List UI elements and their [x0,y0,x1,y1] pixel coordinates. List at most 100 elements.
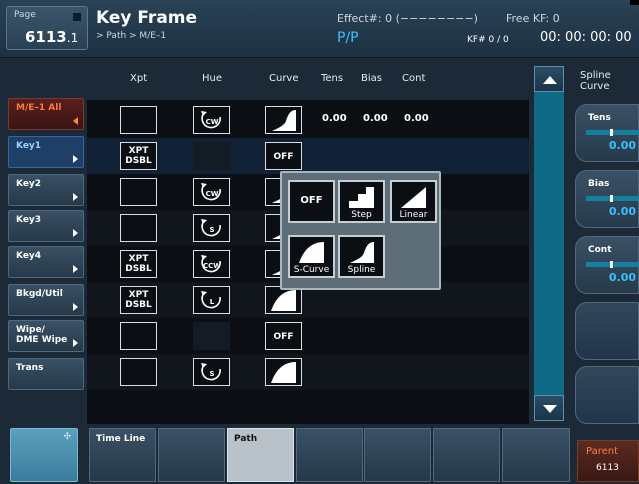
empty-knob-5[interactable] [575,366,639,424]
curve-off-button[interactable]: OFF [265,142,302,170]
knob-cont[interactable]: Cont 0.00 [575,236,639,294]
hue-ccw-icon[interactable]: CCW [193,250,230,278]
scroll-up-button[interactable] [534,66,564,92]
knob-level-bar [586,129,639,136]
xpt-cell[interactable]: XPT DSBL [120,250,157,278]
popup-scurve-button[interactable]: S-Curve [288,235,335,278]
xpt-cell[interactable]: XPT DSBL [120,142,157,170]
xpt-cell[interactable] [120,358,157,386]
knob-bias[interactable]: Bias 0.00 [575,170,639,228]
popup-item-label: Linear [399,210,428,220]
arrow-icon [73,303,78,311]
knob-value: 0.00 [608,139,636,152]
hue-empty-cell[interactable] [193,322,230,350]
cont-value: 0.00 [404,113,429,124]
curve-off-button[interactable]: OFF [265,322,302,350]
hue-s-icon[interactable]: S [193,358,230,386]
svg-text:S: S [209,226,214,234]
hue-cw-icon[interactable]: CW [193,106,230,134]
left-menu-item-5[interactable]: Bkgd/Util [8,284,84,316]
xpt-cell[interactable] [120,322,157,350]
page-label: Page [14,10,36,20]
corner-marker [630,0,639,5]
header-xpt: Xpt [130,73,148,84]
left-menu-item-3[interactable]: Key3 [8,210,84,242]
tab-empty[interactable] [296,428,363,482]
xpt-cell[interactable] [120,106,157,134]
left-menu-item-7[interactable]: Trans [8,358,84,390]
free-kf: Free KF: 0 [506,12,560,25]
move-icon: ✣ [63,432,71,442]
spline-curve-icon[interactable] [265,106,302,134]
hue-empty-cell[interactable] [193,142,230,170]
popup-off-button[interactable]: OFF [288,180,335,223]
tab-empty[interactable] [433,428,500,482]
svg-text:L: L [210,298,215,306]
popup-step-button[interactable]: Step [338,180,385,223]
curve-type-popup: OFF Step Linear S-Curve Spline [280,171,441,290]
xpt-dsbl-label: DSBL [125,300,152,310]
arrow-icon [73,117,78,125]
header-curve: Curve [269,73,299,84]
svg-text:CCW: CCW [203,262,221,270]
knob-tens[interactable]: Tens 0.00 [575,104,639,162]
xpt-dsbl-label: XPT [128,254,149,264]
tab-path[interactable]: Path [227,428,294,482]
arrow-icon [73,155,78,163]
arrow-icon [73,265,78,273]
svg-text:CW: CW [206,190,219,198]
xpt-dsbl-label: DSBL [125,264,152,274]
left-menu-label: Key2 [16,179,42,189]
left-menu-label: Trans [16,363,44,373]
page-title: Key Frame [96,8,198,28]
popup-spline-button[interactable]: Spline [338,235,385,278]
scurve-curve-icon[interactable] [265,358,302,386]
popup-item-label: Step [351,210,372,220]
left-menu-item-0[interactable]: M/E–1 All [8,98,84,130]
knob-level-marker [610,195,613,202]
left-menu-item-1[interactable]: Key1 [8,136,84,168]
arrow-icon [73,339,78,347]
parent-button[interactable]: Parent 6113 [577,440,639,482]
scurve-curve-icon [299,242,324,263]
tab-time-line[interactable]: Time Line [89,428,156,482]
knob-level-marker [610,261,613,268]
page-number-box[interactable]: Page 6113.1 [6,6,88,50]
tab-empty[interactable] [158,428,225,482]
knob-level-bar [586,195,639,202]
left-menu-label: Wipe/ DME Wipe [16,325,68,345]
linear-curve-icon [401,187,426,208]
empty-knob-4[interactable] [575,302,639,360]
left-menu-item-6[interactable]: Wipe/ DME Wipe [8,320,84,352]
spline-curve-icon [350,242,374,263]
scurve-curve-icon[interactable] [265,286,302,314]
scrollbar-track[interactable] [534,66,564,420]
header-cont: Cont [402,73,426,84]
hue-l-icon[interactable]: L [193,286,230,314]
spline-curve-label: Spline Curve [580,70,611,92]
tab-empty[interactable] [502,428,570,482]
knob-value: 0.00 [608,205,636,218]
pp-indicator: P/P [337,30,359,46]
hue-s-icon[interactable]: S [193,214,230,242]
scroll-down-button[interactable] [534,395,564,421]
arrow-icon [73,229,78,237]
popup-linear-button[interactable]: Linear [390,180,437,223]
xpt-cell[interactable]: XPT DSBL [120,286,157,314]
knob-value: 0.00 [608,271,636,284]
knob-label: Bias [588,179,610,189]
table-header [87,58,529,100]
left-menu-item-2[interactable]: Key2 [8,174,84,206]
left-menu-item-4[interactable]: Key4 [8,246,84,278]
tab-empty[interactable] [364,428,431,482]
xpt-cell[interactable] [120,178,157,206]
left-menu-label: Key4 [16,251,42,261]
hue-cw-icon[interactable]: CW [193,178,230,206]
svg-text:S: S [209,370,214,378]
svg-text:CW: CW [206,118,219,126]
bottom-left-button[interactable]: ✣ [10,428,78,482]
left-menu-label: Key1 [16,141,42,151]
knob-label: Cont [588,245,612,255]
xpt-cell[interactable] [120,214,157,242]
parent-page: 6113 [596,463,619,473]
